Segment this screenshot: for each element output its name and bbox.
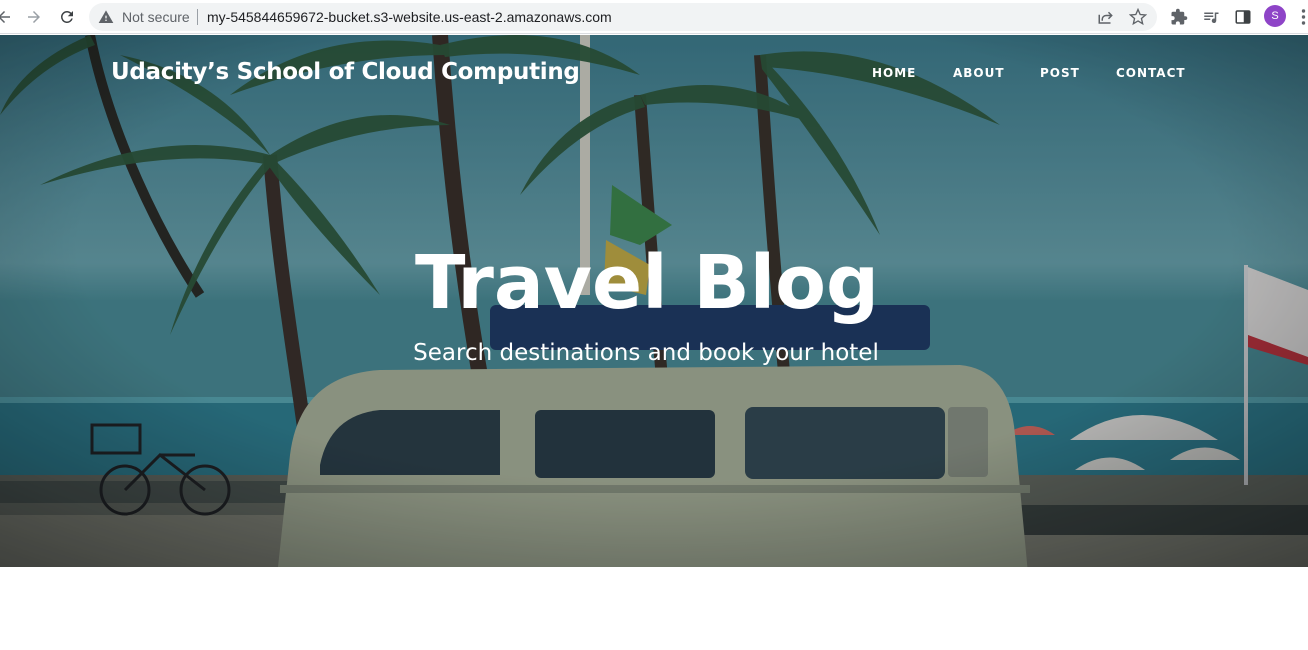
browser-toolbar: Not secure my-545844659672-bucket.s3-web… — [0, 0, 1308, 34]
reload-button[interactable] — [55, 5, 79, 29]
page-body — [0, 567, 1308, 650]
media-queue-icon — [1204, 12, 1219, 24]
nav-link-about[interactable]: ABOUT — [953, 66, 1005, 80]
puzzle-icon — [1171, 8, 1188, 25]
site-brand[interactable]: Udacity’s School of Cloud Computing — [111, 59, 580, 85]
address-bar[interactable]: Not secure my-545844659672-bucket.s3-web… — [89, 3, 1157, 31]
forward-button[interactable] — [22, 5, 46, 29]
share-icon[interactable] — [1097, 8, 1115, 26]
media-control-button[interactable] — [1201, 7, 1221, 27]
star-icon[interactable] — [1129, 8, 1147, 26]
side-panel-button[interactable] — [1233, 7, 1253, 27]
side-panel-icon — [1235, 10, 1251, 24]
nav-link-post[interactable]: POST — [1040, 66, 1080, 80]
profile-avatar[interactable]: S — [1264, 5, 1286, 27]
address-separator — [197, 9, 198, 25]
kebab-menu-icon[interactable] — [1299, 8, 1308, 26]
url-text[interactable]: my-545844659672-bucket.s3-website.us-eas… — [207, 9, 612, 25]
nav-link-contact[interactable]: CONTACT — [1116, 66, 1186, 80]
warning-triangle-icon — [98, 10, 114, 23]
arrow-left-icon — [0, 11, 10, 23]
arrow-right-icon — [28, 11, 40, 23]
hero-section: Udacity’s School of Cloud Computing HOME… — [0, 35, 1308, 567]
reload-icon — [60, 10, 73, 23]
extensions-button[interactable] — [1169, 7, 1189, 27]
hero-title: Travel Blog — [415, 240, 879, 326]
security-status[interactable]: Not secure — [122, 9, 190, 25]
back-button[interactable] — [0, 5, 16, 29]
nav-link-home[interactable]: HOME — [872, 66, 916, 80]
hero-subtitle: Search destinations and book your hotel — [413, 340, 879, 366]
